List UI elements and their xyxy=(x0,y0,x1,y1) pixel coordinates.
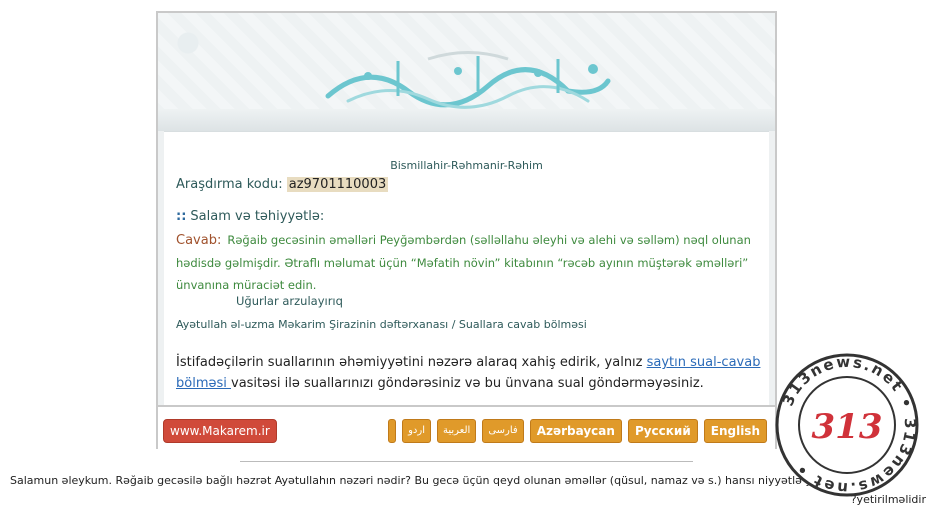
banner-fade xyxy=(158,109,775,131)
answer-text: Rəğaib gecəsinin əməlləri Peyğəmbərdən (… xyxy=(176,233,751,292)
notice-paragraph: İstifadəçilərin suallarının əhəmiyyətini… xyxy=(176,352,766,394)
lang-blank-button[interactable] xyxy=(388,419,397,443)
greeting-heading: :: Salam və təhiyyətlə: xyxy=(176,209,324,224)
notice-text-after: vasitəsi ilə suallarınızı göndərəsiniz v… xyxy=(231,376,704,391)
question-body: Salamun əleykum. Rəğaib gecəsilə bağlı h… xyxy=(10,474,841,487)
research-code-value: az9701110003 xyxy=(286,177,389,192)
research-code-label: Araşdırma kodu: xyxy=(176,177,283,192)
lang-arabic-button[interactable]: العربية xyxy=(436,419,477,443)
makarem-site-button[interactable]: www.Makarem.ir xyxy=(163,419,277,443)
page-frame: Bismillahir-Rəhmanir-Rəhim Araşdırma kod… xyxy=(156,11,777,449)
lang-russian-button[interactable]: Русский xyxy=(627,419,698,443)
notice-text-before: İstifadəçilərin suallarının əhəmiyyətini… xyxy=(176,355,647,370)
svg-text:313: 313 xyxy=(812,407,883,447)
answer-paragraph: Cavab: Rəğaib gecəsinin əməlləri Peyğəmbə… xyxy=(176,229,766,296)
greeting-text: Salam və təhiyyətlə: xyxy=(190,209,325,224)
answer-content: Bismillahir-Rəhmanir-Rəhim Araşdırma kod… xyxy=(158,131,775,405)
bullet-dots-icon: :: xyxy=(176,209,187,224)
research-code-row: Araşdırma kodu: az9701110003 xyxy=(176,177,389,192)
signature-text: Ayətullah əl-uzma Məkarim Şirazinin dəft… xyxy=(176,318,587,331)
language-buttons: اردو العربية فارسی Azərbaycan Русский En… xyxy=(388,419,767,443)
wish-text: Uğurlar arzulayırıq xyxy=(236,294,343,308)
answer-label: Cavab: xyxy=(176,233,222,248)
watermark-stamp-logo: 313news.net • 313news.net • 313 xyxy=(775,353,919,497)
lang-english-button[interactable]: English xyxy=(703,419,767,443)
divider xyxy=(240,461,693,462)
footer-bar: www.Makarem.ir اردو العربية فارسی Azərba… xyxy=(158,405,775,449)
bismillah-text: Bismillahir-Rəhmanir-Rəhim xyxy=(390,159,543,172)
lang-farsi-button[interactable]: فارسی xyxy=(482,419,524,443)
lang-urdu-button[interactable]: اردو xyxy=(402,419,431,443)
header-banner xyxy=(158,13,775,132)
lang-azerbaijani-button[interactable]: Azərbaycan xyxy=(529,419,622,443)
